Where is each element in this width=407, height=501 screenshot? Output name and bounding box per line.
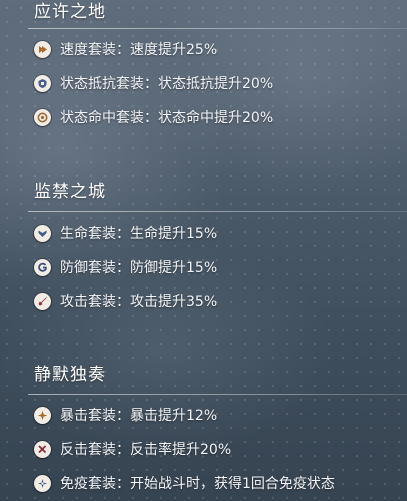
section-divider	[28, 211, 407, 212]
list-item-health-set: 生命套装：生命提升15%	[34, 216, 407, 250]
speed-set-icon	[34, 40, 51, 58]
section-title: 监禁之城	[34, 182, 106, 202]
resistance-set-icon	[34, 74, 51, 92]
item-text: 攻击套装：攻击提升35%	[60, 294, 218, 310]
section-silent-solo: 静默独奏 暴击套装：暴击提升12% 反击套装：反击率提升20% 免疫套装：开始战…	[28, 364, 407, 500]
list-item-critical-set: 暴击套装：暴击提升12%	[34, 398, 407, 432]
item-text: 反击套装：反击率提升20%	[60, 442, 232, 458]
item-text: 状态命中套装：状态命中提升20%	[60, 110, 274, 126]
list-item-immunity-set: 免疫套装：开始战斗时，获得1回合免疫状态	[34, 466, 407, 500]
section-title: 应许之地	[34, 2, 106, 22]
attack-set-icon	[34, 292, 51, 310]
accuracy-set-icon	[34, 108, 51, 126]
section-divider	[28, 28, 407, 29]
health-set-icon	[34, 224, 51, 242]
item-text: 状态抵抗套装：状态抵抗提升20%	[60, 76, 274, 92]
counter-set-icon	[34, 440, 51, 458]
list-item-speed-set: 速度套装：速度提升25%	[34, 32, 407, 66]
item-text: 速度套装：速度提升25%	[60, 42, 218, 58]
item-text: 生命套装：生命提升15%	[60, 226, 218, 242]
item-text: 暴击套装：暴击提升12%	[60, 408, 218, 424]
section-divider	[28, 394, 407, 395]
item-text: 免疫套装：开始战斗时，获得1回合免疫状态	[60, 476, 335, 492]
list-item-counter-set: 反击套装：反击率提升20%	[34, 432, 407, 466]
list-item-attack-set: 攻击套装：攻击提升35%	[34, 284, 407, 318]
item-text: 防御套装：防御提升15%	[60, 260, 218, 276]
section-title: 静默独奏	[34, 365, 106, 385]
list-item-defense-set: 防御套装：防御提升15%	[34, 250, 407, 284]
section-prison-city: 监禁之城 生命套装：生命提升15% 防御套装：防御提升15% 攻击套装：攻击提升…	[28, 181, 407, 318]
list-item-accuracy-set: 状态命中套装：状态命中提升20%	[34, 100, 407, 134]
section-promised-land: 应许之地 速度套装：速度提升25% 状态抵抗套装：状态抵抗提升20% 状态命中套…	[28, 1, 407, 134]
defense-set-icon	[34, 258, 51, 276]
list-item-resistance-set: 状态抵抗套装：状态抵抗提升20%	[34, 66, 407, 100]
set-effects-list: 应许之地 速度套装：速度提升25% 状态抵抗套装：状态抵抗提升20% 状态命中套…	[0, 1, 407, 500]
immunity-set-icon	[34, 474, 51, 492]
critical-set-icon	[34, 406, 51, 424]
